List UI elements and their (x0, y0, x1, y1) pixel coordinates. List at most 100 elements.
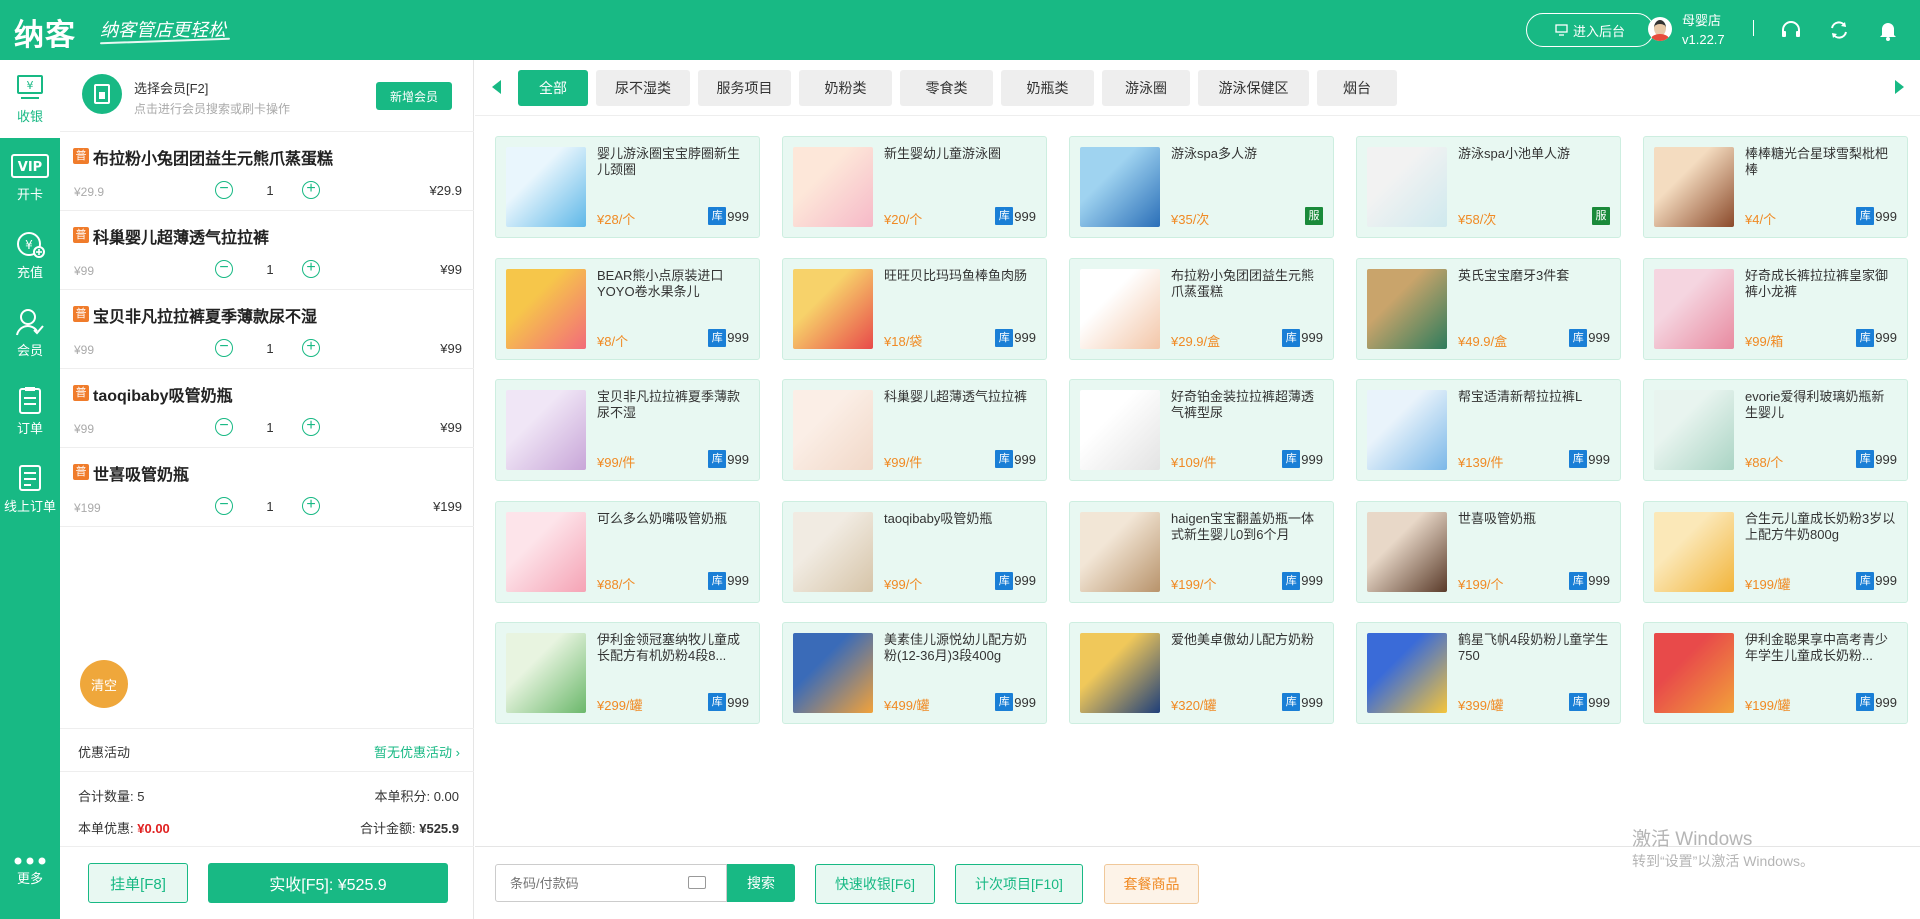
cart-item-name: 科巢婴儿超薄透气拉拉裤 (93, 230, 270, 247)
tab-snacks[interactable]: 零食类 (900, 70, 993, 106)
product-card[interactable]: 好奇成长裤拉拉裤皇家御裤小龙裤 ¥99/箱 库 999 (1643, 257, 1908, 360)
product-card[interactable]: taoqibaby吸管奶瓶 ¥99/个 库 999 (782, 500, 1047, 603)
increase-qty-button[interactable]: + (302, 497, 320, 515)
cart-item-qty[interactable]: 1 (255, 183, 285, 198)
tab-services[interactable]: 服务项目 (698, 70, 791, 106)
cart-item-qty[interactable]: 1 (255, 499, 285, 514)
tab-bottles[interactable]: 奶瓶类 (1001, 70, 1094, 106)
product-card[interactable]: 游泳spa多人游 ¥35/次 服 (1069, 136, 1334, 238)
avatar[interactable] (1648, 17, 1672, 41)
cart-item-qty[interactable]: 1 (255, 420, 285, 435)
product-card[interactable]: 科巢婴儿超薄透气拉拉裤 ¥99/件 库 999 (782, 379, 1047, 481)
product-card[interactable]: 新生婴幼儿童游泳圈 ¥20/个 库 999 (782, 136, 1047, 238)
sidebar-item-order[interactable]: 订单 (0, 372, 60, 450)
cart-item-qty[interactable]: 1 (255, 262, 285, 277)
svg-text:¥: ¥ (27, 79, 34, 92)
tab-all[interactable]: 全部 (518, 70, 588, 106)
product-card[interactable]: 帮宝适清新帮拉拉裤L ¥139/件 库 999 (1356, 379, 1621, 481)
stock-info: 库 999 (1569, 571, 1610, 590)
product-card[interactable]: 鹤星飞帆4段奶粉儿童学生750 ¥399/罐 库 999 (1356, 622, 1621, 724)
stock-count: 999 (1875, 451, 1897, 467)
package-button[interactable]: 套餐商品 (1104, 864, 1199, 904)
tab-diapers[interactable]: 尿不湿类 (596, 70, 690, 106)
product-card[interactable]: 美素佳儿源悦幼儿配方奶粉(12-36月)3段400g ¥499/罐 库 999 (782, 622, 1047, 724)
increase-qty-button[interactable]: + (302, 181, 320, 199)
sync-icon[interactable] (1827, 18, 1851, 42)
sidebar-item-open-card[interactable]: VIP 开卡 (0, 138, 60, 216)
product-card[interactable]: 棒棒糖光合星球雪梨枇杷棒 ¥4/个 库 999 (1643, 136, 1908, 238)
count-item-button[interactable]: 计次项目[F10] (955, 864, 1083, 904)
decrease-qty-button[interactable]: − (215, 339, 233, 357)
sidebar-item-online-order[interactable]: 线上订单 (0, 450, 60, 528)
cart-item[interactable]: 普 科巢婴儿超薄透气拉拉裤 ¥99 − 1 + ¥99 (60, 211, 474, 290)
sidebar-item-recharge[interactable]: ¥ 充值 (0, 216, 60, 294)
product-card[interactable]: 布拉粉小兔团团益生元熊爪蒸蛋糕 ¥29.9/盒 库 999 (1069, 257, 1334, 360)
decrease-qty-button[interactable]: − (215, 497, 233, 515)
add-member-button[interactable]: 新增会员 (376, 82, 452, 110)
decrease-qty-button[interactable]: − (215, 418, 233, 436)
increase-qty-button[interactable]: + (302, 418, 320, 436)
product-card[interactable]: haigen宝宝翻盖奶瓶一体式新生婴儿0到6个月 ¥199/个 库 999 (1069, 500, 1334, 603)
product-price: ¥29.9/盒 (1171, 333, 1221, 349)
promotion-row[interactable]: 优惠活动 暂无优惠活动 › (60, 728, 474, 772)
cart-item[interactable]: 普 taoqibaby吸管奶瓶 ¥99 − 1 + ¥99 (60, 369, 474, 448)
sidebar-label: 开卡 (16, 187, 43, 202)
product-name: 合生元儿童成长奶粉3岁以上配方牛奶800g (1745, 510, 1896, 542)
product-price: ¥299/罐 (597, 698, 643, 713)
tab-swim-care[interactable]: 游泳保健区 (1198, 70, 1309, 106)
cart-item-qty[interactable]: 1 (255, 341, 285, 356)
store-info[interactable]: 母婴店 v1.22.7 (1682, 11, 1725, 49)
product-card[interactable]: 伊利金聪果享中高考青少年学生儿童成长奶粉... ¥199/罐 库 999 (1643, 622, 1908, 724)
decrease-qty-button[interactable]: − (215, 181, 233, 199)
product-price: ¥4/个 (1745, 212, 1777, 227)
sidebar-item-more[interactable]: 更多 (0, 852, 60, 912)
enter-backend-button[interactable]: 进入后台 (1526, 13, 1654, 47)
product-card[interactable]: 宝贝非凡拉拉裤夏季薄款尿不湿 ¥99/件 库 999 (495, 379, 760, 481)
checkout-button[interactable]: 实收[F5]: ¥525.9 (208, 863, 448, 903)
stock-info: 库 999 (995, 207, 1036, 225)
divider (60, 846, 474, 847)
headset-icon[interactable] (1779, 18, 1803, 42)
quick-cash-button[interactable]: 快速收银[F6] (815, 864, 935, 904)
hang-order-button[interactable]: 挂单[F8] (88, 863, 188, 903)
scroll-left-icon[interactable] (492, 80, 501, 94)
product-card[interactable]: 婴儿游泳圈宝宝脖圈新生儿颈圈 ¥28/个 库 999 (495, 136, 760, 238)
product-image (506, 511, 586, 592)
sidebar-item-cashier[interactable]: ¥ 收银 (0, 60, 60, 138)
product-price: ¥320/罐 (1171, 698, 1217, 713)
product-card[interactable]: BEAR熊小点原装进口YOYO卷水果条儿 ¥8/个 库 999 (495, 257, 760, 360)
product-card[interactable]: 旺旺贝比玛玛鱼棒鱼肉肠 ¥18/袋 库 999 (782, 257, 1047, 360)
product-card[interactable]: 伊利金领冠塞纳牧儿童成长配方有机奶粉4段8... ¥299/罐 库 999 (495, 622, 760, 724)
increase-qty-button[interactable]: + (302, 339, 320, 357)
cart-item[interactable]: 普 宝贝非凡拉拉裤夏季薄款尿不湿 ¥99 − 1 + ¥99 (60, 290, 474, 369)
increase-qty-button[interactable]: + (302, 260, 320, 278)
stock-tag: 库 (1856, 693, 1875, 711)
member-selector[interactable]: 选择会员[F2] 点击进行会员搜索或刷卡操作 新增会员 (60, 60, 474, 132)
tab-yantai[interactable]: 烟台 (1317, 70, 1397, 106)
vip-card-icon: VIP (11, 154, 49, 178)
product-name: 伊利金领冠塞纳牧儿童成长配方有机奶粉4段8... (597, 632, 741, 663)
bell-icon[interactable] (1876, 18, 1900, 42)
stock-info: 库 999 (995, 328, 1036, 347)
clear-cart-button[interactable]: 清空 (80, 660, 128, 708)
cart-item[interactable]: 普 世喜吸管奶瓶 ¥199 − 1 + ¥199 (60, 448, 474, 527)
sidebar-label: 线上订单 (3, 499, 56, 514)
product-image (1080, 633, 1160, 713)
product-card[interactable]: 世喜吸管奶瓶 ¥199/个 库 999 (1356, 500, 1621, 603)
product-card[interactable]: 可么多么奶嘴吸管奶瓶 ¥88/个 库 999 (495, 500, 760, 603)
product-card[interactable]: 好奇铂金装拉拉裤超薄透气裤型尿 ¥109/件 库 999 (1069, 379, 1334, 481)
cart-item[interactable]: 普 布拉粉小兔团团益生元熊爪蒸蛋糕 ¥29.9 − 1 + ¥29.9 (60, 132, 474, 211)
product-card[interactable]: 游泳spa小池单人游 ¥58/次 服 (1356, 136, 1621, 238)
product-card[interactable]: 合生元儿童成长奶粉3岁以上配方牛奶800g ¥199/罐 库 999 (1643, 500, 1908, 603)
product-card[interactable]: evorie爱得利玻璃奶瓶新生婴儿 ¥88/个 库 999 (1643, 379, 1908, 481)
product-card[interactable]: 爱他美卓傲幼儿配方奶粉 ¥320/罐 库 999 (1069, 622, 1334, 724)
product-card[interactable]: 英氏宝宝磨牙3件套 ¥49.9/盒 库 999 (1356, 257, 1621, 360)
product-price: ¥199/罐 (1745, 576, 1791, 592)
tab-formula[interactable]: 奶粉类 (799, 70, 892, 106)
keyboard-icon[interactable] (688, 876, 706, 889)
tab-swim-rings[interactable]: 游泳圈 (1102, 70, 1190, 106)
search-button[interactable]: 搜索 (727, 864, 795, 902)
decrease-qty-button[interactable]: − (215, 260, 233, 278)
sidebar-item-member[interactable]: 会员 (0, 294, 60, 372)
scroll-right-icon[interactable] (1895, 80, 1904, 94)
